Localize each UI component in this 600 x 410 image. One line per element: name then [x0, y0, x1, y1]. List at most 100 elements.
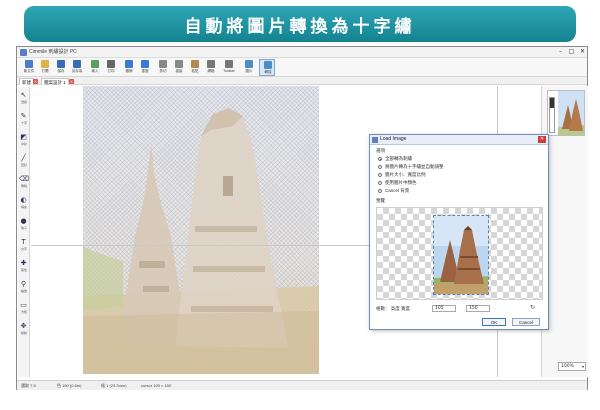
grid-icon: [207, 60, 215, 68]
load-image-dialog: Load Image ✕ 選項 全部轉為刺繡 將圖片轉為十字繡並自動調整 圖片大…: [369, 134, 549, 330]
toolbar-label: Toolbar: [223, 69, 235, 73]
bead-tool[interactable]: ● 珠子: [19, 217, 28, 230]
option-radio-0[interactable]: [378, 157, 382, 161]
tool-label: 選擇: [20, 100, 27, 104]
toolbar-label: 圖片: [245, 69, 253, 73]
open-folder-icon: [41, 60, 49, 68]
eraser-tool[interactable]: ⌫ 刪除: [19, 175, 29, 188]
option-label-3: 使用圖片中顏色: [385, 180, 417, 185]
rect-tool[interactable]: ▭ 方框: [19, 301, 28, 314]
rotate-icon[interactable]: ↻: [530, 304, 535, 311]
tab-new[interactable]: 新建: [19, 78, 34, 85]
zoom-value: 100%: [561, 364, 574, 369]
height-field[interactable]: 150: [466, 305, 490, 312]
option-label-4: Cancel 背景: [385, 188, 410, 193]
main-toolbar: 新文件 打開 保存 另存為 導入 打印 撤銷 重做 剪切 複製 粘貼 網格 Toolbar 圖片 轉換: [17, 58, 587, 77]
temple-photo: [434, 216, 488, 294]
tool-label: 移動: [20, 331, 27, 335]
left-toolbox: ↖ 選擇 ✎ 十字 ◩ 半針 ╱ 回針 ⌫ 刪除 ◐ 填充 ● 珠子 T 文字 ✚ 取色 ⚲ 縮放 ▭ 方框 ✥ 移動: [18, 87, 30, 377]
title-bar: Cimmile 刺繡設計 PC – □ ✕: [17, 47, 587, 58]
options-heading: 選項: [376, 148, 385, 153]
grid-button[interactable]: 網格: [203, 59, 219, 76]
close-window-button[interactable]: ✕: [577, 47, 588, 57]
preview-thumbnail[interactable]: [547, 90, 585, 136]
status-item: 選取 7.5: [21, 383, 36, 388]
toolbar-label: 轉換: [264, 70, 272, 74]
print-button[interactable]: 打印: [103, 59, 119, 76]
grid-size-label: 格數： 高度 寬度: [376, 306, 410, 311]
move-icon: ✥: [20, 322, 27, 330]
status-bar: 選取 7.5 色 160 (0.6m) 格 1 (23.3mm) cursor …: [17, 380, 587, 390]
image-icon: [245, 60, 253, 68]
tab-label: 圖案設計 1: [44, 80, 66, 85]
redo-button[interactable]: 重做: [137, 59, 153, 76]
cut-icon: [159, 60, 167, 68]
save-icon: [57, 60, 65, 68]
window-title: Cimmile 刺繡設計 PC: [29, 49, 77, 55]
document-tabs: 新建 × 圖案設計 1 ×: [17, 77, 587, 85]
tool-label: 方框: [20, 310, 27, 314]
tab-close-icon[interactable]: ×: [33, 79, 38, 84]
pencil-tool[interactable]: ✎ 十字: [19, 112, 28, 125]
ok-button[interactable]: OK: [482, 318, 506, 326]
minimize-button[interactable]: –: [555, 47, 566, 57]
option-radio-3[interactable]: [378, 181, 382, 185]
height-value: 150: [469, 306, 478, 311]
tool-label: 刪除: [20, 184, 27, 188]
copy-icon: [175, 60, 183, 68]
rect-icon: ▭: [20, 301, 27, 309]
cancel-button[interactable]: Cancel: [512, 318, 540, 326]
width-field[interactable]: 105: [432, 305, 456, 312]
paste-icon: [191, 60, 199, 68]
zoom-tool[interactable]: ⚲ 縮放: [19, 280, 28, 293]
option-radio-2[interactable]: [378, 173, 382, 177]
save-as-icon: [73, 60, 81, 68]
option-radio-4[interactable]: [378, 189, 382, 193]
title-banner: 自動將圖片轉換為十字繡: [24, 6, 576, 42]
temple-stitch-art: [83, 108, 319, 374]
eraser-icon: ⌫: [19, 175, 29, 183]
width-value: 105: [435, 306, 444, 311]
half-stitch-icon: ◩: [20, 133, 27, 141]
tool-label: 回針: [20, 163, 27, 167]
tab-close-icon[interactable]: ×: [69, 79, 74, 84]
dialog-icon: [372, 137, 378, 143]
dialog-close-button[interactable]: ✕: [538, 136, 546, 143]
toolbar-label: 打印: [107, 69, 115, 73]
move-tool[interactable]: ✥ 移動: [19, 322, 28, 335]
convert-button[interactable]: 轉換: [259, 59, 275, 76]
fill-tool[interactable]: ◐ 填充: [19, 196, 28, 209]
import-icon: [91, 60, 99, 68]
image-preview[interactable]: [376, 207, 543, 300]
option-label-2: 圖片大小、寬度比例: [385, 172, 426, 177]
option-radio-1[interactable]: [378, 165, 382, 169]
banner-title: 自動將圖片轉換為十字繡: [184, 16, 416, 37]
tool-label: 填充: [20, 205, 27, 209]
app-icon: [20, 49, 27, 56]
text-tool[interactable]: T 文字: [19, 238, 28, 251]
picker-tool[interactable]: ✚ 取色: [19, 259, 28, 272]
select-tool[interactable]: ↖ 選擇: [19, 91, 28, 104]
bead-icon: ●: [20, 217, 27, 225]
toolbar-button[interactable]: Toolbar: [221, 59, 237, 76]
convert-icon: [264, 61, 272, 69]
tool-label: 縮放: [20, 289, 27, 293]
select-icon: ↖: [20, 91, 27, 99]
tab-pattern-design[interactable]: 圖案設計 1: [41, 78, 69, 85]
image-button[interactable]: 圖片: [241, 59, 257, 76]
status-item: 色 160 (0.6m): [57, 383, 82, 388]
text-icon: T: [21, 238, 26, 246]
dialog-title: Load Image: [380, 136, 407, 142]
save-as-button[interactable]: 另存為: [69, 59, 85, 76]
tool-label: 文字: [20, 247, 27, 251]
status-item: 格 1 (23.3mm): [101, 383, 127, 388]
cross-stitch-image: [83, 86, 319, 374]
half-stitch-tool[interactable]: ◩ 半針: [19, 133, 28, 146]
dialog-title-bar: Load Image ✕: [370, 135, 548, 145]
maximize-button[interactable]: □: [566, 47, 577, 57]
toolbar-label: 另存為: [71, 69, 83, 73]
backstitch-tool[interactable]: ╱ 回針: [19, 154, 28, 167]
zoom-select[interactable]: 100% ▾: [558, 362, 586, 371]
color-strip: [549, 97, 555, 133]
new-file-icon: [25, 60, 33, 68]
